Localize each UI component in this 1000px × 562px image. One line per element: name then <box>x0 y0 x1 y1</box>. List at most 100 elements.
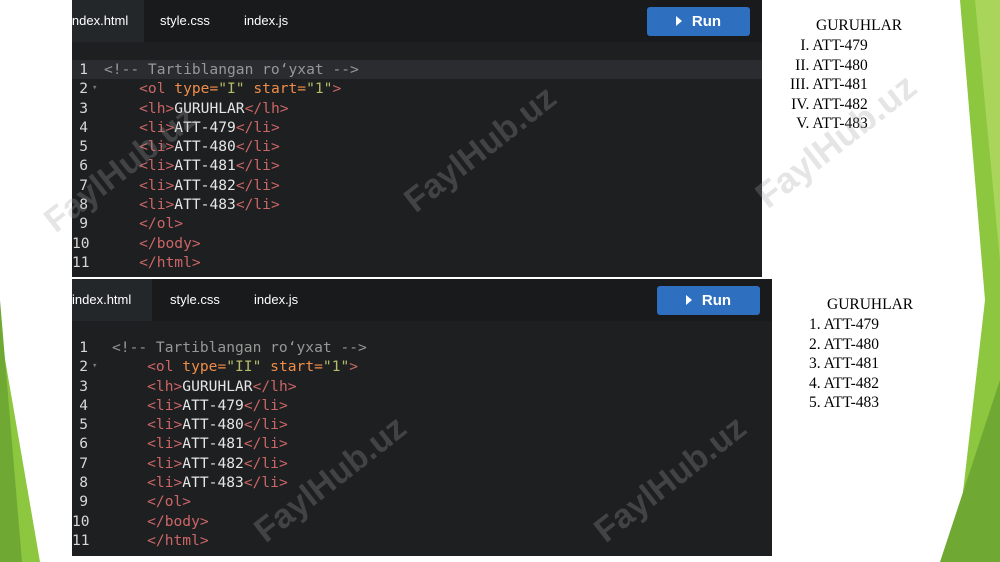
code-text: <!-- Tartiblangan ro‘yxat --> <box>112 338 367 357</box>
code-line[interactable]: 3 <lh>GURUHLAR</lh> <box>72 99 762 118</box>
code-line[interactable]: 3 <lh>GURUHLAR</lh> <box>72 377 772 396</box>
code-text: <ol type="I" start="1"> <box>104 79 341 98</box>
code-token: "1" <box>306 80 333 98</box>
code-token: ATT-479 <box>182 396 244 414</box>
code-token: </li> <box>243 396 288 414</box>
code-token: <li> <box>104 138 175 156</box>
output-list-item: IV. ATT-482 <box>791 95 868 113</box>
tab-index-js[interactable]: index.js <box>244 0 288 42</box>
code-token: ATT-481 <box>182 435 244 453</box>
code-token: </li> <box>235 118 280 136</box>
code-line[interactable]: 7 <li>ATT-482</li> <box>72 176 762 195</box>
code-token: type= <box>182 358 227 376</box>
code-line[interactable]: 10 </body> <box>72 512 772 531</box>
tab-index-js[interactable]: index.js <box>254 279 298 321</box>
code-token: </li> <box>235 138 280 156</box>
play-icon <box>675 16 682 27</box>
code-token: "I" <box>218 80 245 98</box>
code-line[interactable]: 10 </body> <box>72 234 762 253</box>
output-list-item: 3. ATT-481 <box>809 355 880 372</box>
code-token: <lh> <box>112 377 183 395</box>
line-number: 5 <box>79 416 88 434</box>
code-token: ATT-481 <box>174 157 236 175</box>
code-line[interactable]: 7 <li>ATT-482</li> <box>72 454 772 473</box>
output-list-item: 5. ATT-483 <box>809 394 880 411</box>
code-line[interactable]: 6 <li>ATT-481</li> <box>72 156 762 175</box>
line-number: 2 <box>79 358 88 376</box>
code-token: <!-- Tartiblangan ro‘yxat --> <box>104 61 359 78</box>
tab-index-html[interactable]: index.html <box>72 279 152 321</box>
code-token: <li> <box>104 196 175 214</box>
code-token: "II" <box>226 358 262 376</box>
code-token: ATT-480 <box>182 416 244 434</box>
code-token: <li> <box>104 157 175 175</box>
code-token: </html> <box>112 531 209 549</box>
fold-arrow-icon[interactable]: ▾ <box>92 79 97 98</box>
output-list-item: 1. ATT-479 <box>809 316 880 333</box>
code-token: <li> <box>112 396 183 414</box>
code-line[interactable]: 1 <!-- Tartiblangan ro‘yxat --> <box>72 338 772 357</box>
line-number: 9 <box>79 493 88 511</box>
code-text: <li>ATT-481</li> <box>112 434 288 453</box>
code-token: GURUHLAR <box>174 99 245 117</box>
code-token: </html> <box>104 253 201 271</box>
code-line[interactable]: 2 ▾ <ol type="I" start="1"> <box>72 79 762 98</box>
code-line[interactable]: 5 <li>ATT-480</li> <box>72 137 762 156</box>
run-button-label: Run <box>691 13 722 30</box>
line-number: 7 <box>79 176 88 194</box>
run-button-label: Run <box>701 292 732 309</box>
code-token: </body> <box>112 512 209 530</box>
line-number: 11 <box>72 253 90 271</box>
code-token: <li> <box>104 176 175 194</box>
fold-arrow-icon[interactable]: ▾ <box>92 357 97 376</box>
code-line[interactable]: 8 <li>ATT-483</li> <box>72 473 772 492</box>
code-line[interactable]: 4 <li>ATT-479</li> <box>72 118 762 137</box>
code-line[interactable]: 4 <li>ATT-479</li> <box>72 396 772 415</box>
line-number: 1 <box>79 61 88 78</box>
code-line[interactable]: 9 </ol> <box>72 214 762 233</box>
code-token: </li> <box>243 454 288 472</box>
code-line[interactable]: 6 <li>ATT-481</li> <box>72 434 772 453</box>
run-button[interactable]: Run <box>657 286 760 315</box>
line-number: 2 <box>79 80 88 98</box>
code-token: </lh> <box>244 99 289 117</box>
run-button[interactable]: Run <box>647 7 750 36</box>
line-number: 5 <box>79 138 88 156</box>
code-text: </body> <box>104 234 201 253</box>
code-token: </li> <box>243 435 288 453</box>
line-number: 10 <box>72 234 90 252</box>
code-line[interactable]: 1 <!-- Tartiblangan ro‘yxat --> <box>72 60 762 80</box>
line-number: 8 <box>79 196 88 214</box>
code-line[interactable]: 11 </html> <box>72 531 772 550</box>
code-token: <ol <box>104 80 175 98</box>
output-list-header: GURUHLAR <box>816 17 903 34</box>
code-line[interactable]: 11 </html> <box>72 253 762 272</box>
code-line[interactable]: 8 <li>ATT-483</li> <box>72 195 762 214</box>
tab-style-css[interactable]: style.css <box>160 0 210 42</box>
code-text: </body> <box>112 512 209 531</box>
output-list-header: GURUHLAR <box>827 296 914 313</box>
code-token: <lh> <box>104 99 175 117</box>
tab-style-css[interactable]: style.css <box>170 279 220 321</box>
line-number: 10 <box>72 512 90 530</box>
code-text: <ol type="II" start="1"> <box>112 357 358 376</box>
code-token: </li> <box>235 157 280 175</box>
code-editor-top: index.html style.css index.js Run 1 <!-- … <box>72 0 762 277</box>
output-list-item: III. ATT-481 <box>790 76 868 93</box>
code-token: <li> <box>112 416 183 434</box>
code-line[interactable]: 2 ▾ <ol type="II" start="1"> <box>72 357 772 376</box>
tab-index-html[interactable]: index.html <box>72 0 144 42</box>
code-area[interactable]: 1 <!-- Tartiblangan ro‘yxat --> 2 ▾ <ol typ… <box>72 338 772 550</box>
line-number: 7 <box>79 454 88 472</box>
code-token: ATT-483 <box>174 196 236 214</box>
code-area[interactable]: 1 <!-- Tartiblangan ro‘yxat --> 2 ▾ <ol typ… <box>72 60 762 272</box>
code-line[interactable]: 9 </ol> <box>72 492 772 511</box>
code-line[interactable]: 5 <li>ATT-480</li> <box>72 415 772 434</box>
code-token: "1" <box>322 358 350 376</box>
code-text: <lh>GURUHLAR</lh> <box>112 377 296 396</box>
code-token: <ol <box>112 358 183 376</box>
code-token: </li> <box>235 176 280 194</box>
code-token: <li> <box>112 474 183 492</box>
code-text: <li>ATT-483</li> <box>112 473 288 492</box>
code-token: GURUHLAR <box>182 377 253 395</box>
